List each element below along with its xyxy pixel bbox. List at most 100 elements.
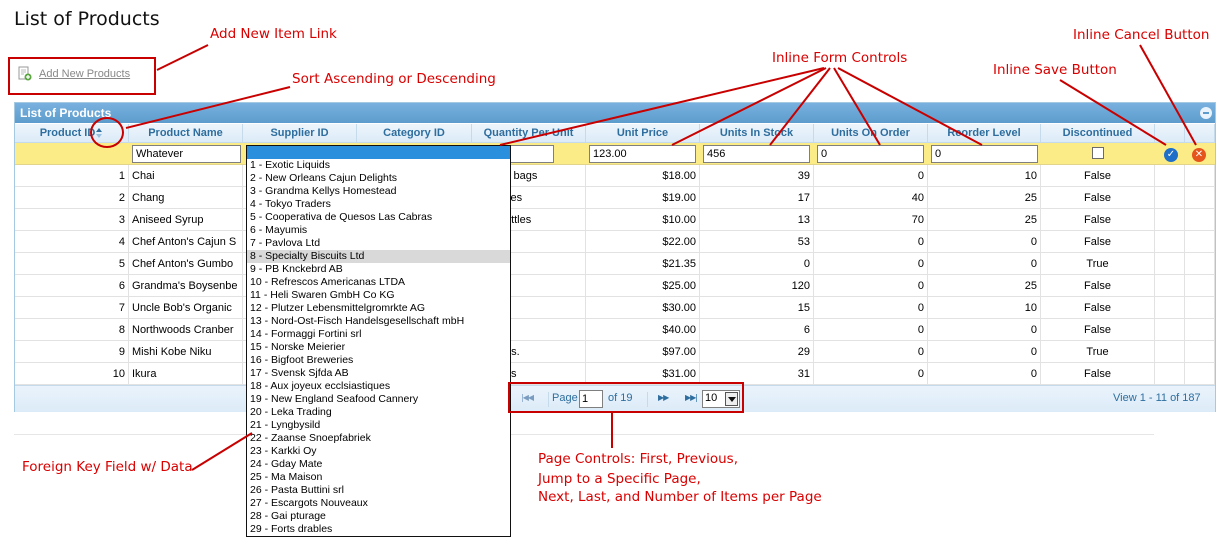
supplier-option[interactable]: 19 - New England Seafood Cannery xyxy=(247,393,510,406)
supplier-option[interactable]: 10 - Refrescos Americanas LTDA xyxy=(247,276,510,289)
reorder-level-cell: 0 xyxy=(928,319,1041,341)
column-header-discontinued[interactable]: Discontinued xyxy=(1041,124,1155,143)
annotation-page-controls-line2: Jump to a Specific Page, xyxy=(538,471,701,487)
discontinued-cell: False xyxy=(1041,209,1155,231)
supplier-option[interactable]: 22 - Zaanse Snoepfabriek xyxy=(247,432,510,445)
cancel-cell xyxy=(1185,231,1215,253)
discontinued-cell: False xyxy=(1041,319,1155,341)
supplier-option[interactable]: 23 - Karkki Oy xyxy=(247,445,510,458)
table-row[interactable]: 2Changoz bottles$19.00174025False xyxy=(15,187,1215,209)
supplier-option[interactable]: 11 - Heli Swaren GmbH Co KG xyxy=(247,289,510,302)
supplier-option[interactable]: 9 - PB Knckebrd AB xyxy=(247,263,510,276)
supplier-select-current[interactable] xyxy=(247,146,510,159)
cancel-cell xyxy=(1185,363,1215,385)
product-name-cell: Chef Anton's Cajun S xyxy=(129,231,243,253)
table-row[interactable]: 3Aniseed Syrup0 ml bottles$10.00137025Fa… xyxy=(15,209,1215,231)
units-on-order-cell: 0 xyxy=(814,319,928,341)
supplier-option[interactable]: 2 - New Orleans Cajun Delights xyxy=(247,172,510,185)
supplier-option[interactable]: 16 - Bigfoot Breweries xyxy=(247,354,510,367)
discontinued-cell: False xyxy=(1041,275,1155,297)
supplier-option[interactable]: 7 - Pavlova Ltd xyxy=(247,237,510,250)
table-row[interactable]: 9Mishi Kobe Niku0 g pkgs.$97.002900True xyxy=(15,341,1215,363)
inline-save-icon[interactable]: ✓ xyxy=(1164,148,1178,162)
inline-cancel-icon[interactable]: ✕ xyxy=(1192,148,1206,162)
units-on-order-input[interactable] xyxy=(817,145,924,163)
supplier-option[interactable]: 26 - Pasta Buttini srl xyxy=(247,484,510,497)
supplier-option[interactable]: 17 - Svensk Sjfda AB xyxy=(247,367,510,380)
annotation-inline-form-controls: Inline Form Controls xyxy=(772,50,908,66)
unit-price-cell: $40.00 xyxy=(586,319,700,341)
supplier-option[interactable]: 14 - Formaggi Fortini srl xyxy=(247,328,510,341)
units-on-order-cell: 0 xyxy=(814,231,928,253)
supplier-option[interactable]: 8 - Specialty Biscuits Ltd xyxy=(247,250,510,263)
collapse-icon[interactable] xyxy=(1200,107,1212,119)
supplier-option[interactable]: 29 - Forts drables xyxy=(247,523,510,536)
supplier-dropdown-list[interactable]: 1 - Exotic Liquids 2 - New Orleans Cajun … xyxy=(246,145,511,537)
unit-price-cell: $22.00 xyxy=(586,231,700,253)
supplier-option[interactable]: 3 - Grandma Kellys Homestead xyxy=(247,185,510,198)
cancel-cell xyxy=(1185,209,1215,231)
products-grid: List of Products Product ID Product Name… xyxy=(14,102,1216,412)
inline-edit-row: ✓ ✕ xyxy=(15,143,1215,165)
supplier-option[interactable]: 1 - Exotic Liquids xyxy=(247,159,510,172)
supplier-option[interactable]: 4 - Tokyo Traders xyxy=(247,198,510,211)
reorder-level-cell: 25 xyxy=(928,209,1041,231)
divider xyxy=(14,434,1154,435)
grid-caption: List of Products xyxy=(15,103,1215,123)
units-in-stock-cell: 17 xyxy=(700,187,814,209)
units-in-stock-cell: 6 xyxy=(700,319,814,341)
unit-price-cell: $19.00 xyxy=(586,187,700,209)
column-header-supplier-id[interactable]: Supplier ID xyxy=(243,124,357,143)
discontinued-checkbox[interactable] xyxy=(1092,147,1104,159)
units-on-order-cell: 70 xyxy=(814,209,928,231)
reorder-level-cell: 0 xyxy=(928,253,1041,275)
annotation-box-add-link xyxy=(8,57,156,95)
grid-caption-title: List of Products xyxy=(20,106,112,120)
table-row[interactable]: 6Grandma's Boysenbeoz jars$25.00120025Fa… xyxy=(15,275,1215,297)
supplier-option[interactable]: 12 - Plutzer Lebensmittelgromrkte AG xyxy=(247,302,510,315)
column-header-reorder-level[interactable]: Reorder Level xyxy=(928,124,1041,143)
column-header-unit-price[interactable]: Unit Price xyxy=(586,124,700,143)
annotation-page-controls-line1: Page Controls: First, Previous, xyxy=(538,451,738,467)
reorder-level-cell: 0 xyxy=(928,341,1041,363)
column-header-units-on-order[interactable]: Units On Order xyxy=(814,124,928,143)
supplier-option[interactable]: 20 - Leka Trading xyxy=(247,406,510,419)
units-in-stock-cell: 39 xyxy=(700,165,814,187)
unit-price-cell: $10.00 xyxy=(586,209,700,231)
product-name-cell: Uncle Bob's Organic xyxy=(129,297,243,319)
supplier-option[interactable]: 21 - Lyngbysild xyxy=(247,419,510,432)
column-header-quantity-per-unit[interactable]: Quantity Per Unit xyxy=(472,124,586,143)
table-row[interactable]: 1Chaies x 20 bags$18.0039010False xyxy=(15,165,1215,187)
supplier-option[interactable]: 6 - Mayumis xyxy=(247,224,510,237)
table-row[interactable]: 4Chef Anton's Cajun Soz jars$22.005300Fa… xyxy=(15,231,1215,253)
product-name-input[interactable] xyxy=(132,145,241,163)
column-header-product-name[interactable]: Product Name xyxy=(129,124,243,143)
table-row[interactable]: 7Uncle Bob's Organicb pkgs.$30.0015010Fa… xyxy=(15,297,1215,319)
unit-price-input[interactable] xyxy=(589,145,696,163)
supplier-option[interactable]: 5 - Cooperativa de Quesos Las Cabras xyxy=(247,211,510,224)
supplier-option[interactable]: 15 - Norske Meierier xyxy=(247,341,510,354)
unit-price-cell: $25.00 xyxy=(586,275,700,297)
product-name-cell: Northwoods Cranber xyxy=(129,319,243,341)
save-cell xyxy=(1155,319,1185,341)
product-id-cell: 1 xyxy=(15,165,129,187)
supplier-option[interactable]: 27 - Escargots Nouveaux xyxy=(247,497,510,510)
supplier-option[interactable]: 25 - Ma Maison xyxy=(247,471,510,484)
table-row[interactable]: 5Chef Anton's Gumboes$21.35000True xyxy=(15,253,1215,275)
save-cell xyxy=(1155,231,1185,253)
save-cell xyxy=(1155,187,1185,209)
supplier-option[interactable]: 18 - Aux joyeux ecclsiastiques xyxy=(247,380,510,393)
discontinued-cell: False xyxy=(1041,231,1155,253)
units-in-stock-input[interactable] xyxy=(703,145,810,163)
arrow-foreign-key xyxy=(191,432,253,471)
supplier-option[interactable]: 28 - Gai pturage xyxy=(247,510,510,523)
supplier-option[interactable]: 13 - Nord-Ost-Fisch Handelsgesellschaft … xyxy=(247,315,510,328)
supplier-option[interactable]: 24 - Gday Mate xyxy=(247,458,510,471)
column-header-category-id[interactable]: Category ID xyxy=(357,124,472,143)
units-in-stock-cell: 120 xyxy=(700,275,814,297)
column-header-units-in-stock[interactable]: Units In Stock xyxy=(700,124,814,143)
reorder-level-input[interactable] xyxy=(931,145,1038,163)
units-in-stock-cell: 15 xyxy=(700,297,814,319)
table-row[interactable]: 8Northwoods Cranberoz jars$40.00600False xyxy=(15,319,1215,341)
units-on-order-cell: 40 xyxy=(814,187,928,209)
